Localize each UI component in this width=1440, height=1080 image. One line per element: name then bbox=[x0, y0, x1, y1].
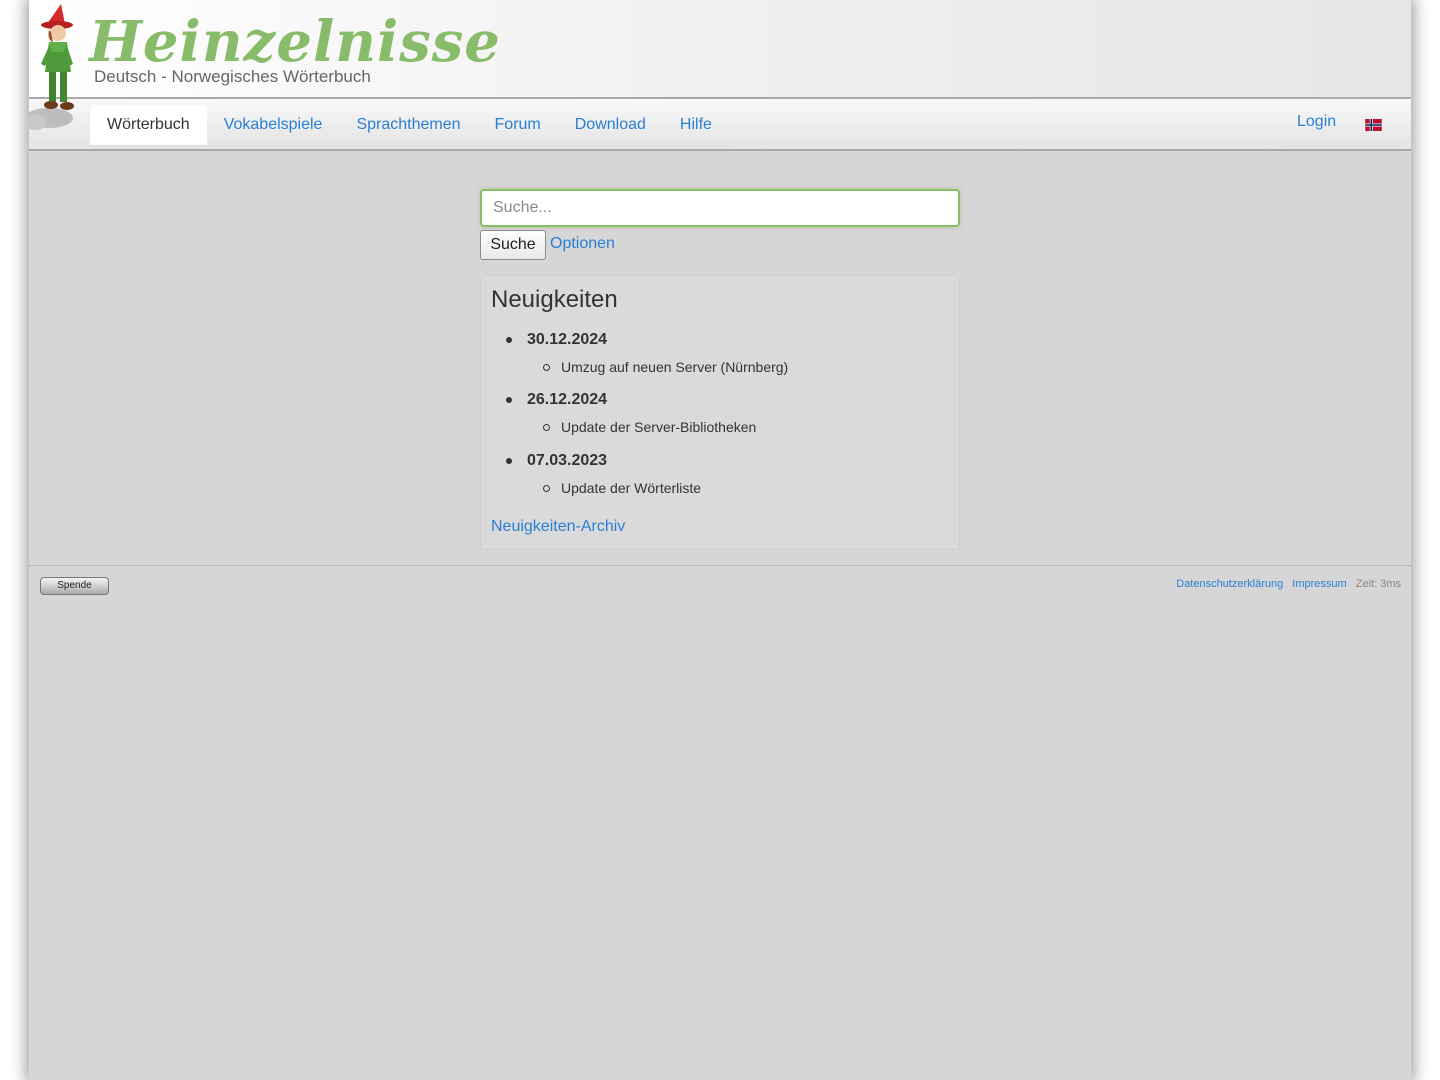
footer-divider bbox=[29, 565, 1411, 566]
search-input[interactable] bbox=[480, 189, 960, 227]
norway-flag-icon[interactable] bbox=[1365, 119, 1382, 131]
news-item: Umzug auf neuen Server (Nürnberg) bbox=[561, 359, 789, 375]
news-archive-link[interactable]: Neuigkeiten-Archiv bbox=[491, 518, 625, 536]
news-panel: Neuigkeiten 30.12.2024 Umzug auf neuen S… bbox=[480, 275, 960, 550]
news-date: 30.12.2024 bbox=[527, 331, 608, 348]
main-navigation: Wörterbuch Vokabelspiele Sprachthemen Fo… bbox=[29, 99, 1411, 151]
login-link[interactable]: Login bbox=[1297, 103, 1336, 141]
tab-sprachthemen[interactable]: Sprachthemen bbox=[339, 105, 477, 145]
nav-tabs: Wörterbuch Vokabelspiele Sprachthemen Fo… bbox=[90, 105, 729, 146]
news-date: 07.03.2023 bbox=[527, 452, 608, 469]
tab-hilfe[interactable]: Hilfe bbox=[663, 105, 729, 145]
options-link[interactable]: Optionen bbox=[550, 235, 615, 253]
imprint-link[interactable]: Impressum bbox=[1292, 578, 1346, 590]
sublist-bullet bbox=[543, 424, 550, 431]
footer-links: Datenschutzerklärung Impressum Zeit: 3ms bbox=[1170, 578, 1401, 590]
page-container: Heinzelnisse Deutsch - Norwegisches Wört… bbox=[27, 0, 1411, 1080]
list-bullet bbox=[506, 337, 512, 343]
list-bullet bbox=[506, 397, 512, 403]
news-item: Update der Wörterliste bbox=[561, 480, 702, 496]
news-date: 26.12.2024 bbox=[527, 391, 608, 408]
tab-forum[interactable]: Forum bbox=[478, 105, 558, 145]
sublist-bullet bbox=[543, 485, 550, 492]
site-header: Heinzelnisse Deutsch - Norwegisches Wört… bbox=[29, 0, 1411, 99]
search-button[interactable]: Suche bbox=[480, 230, 546, 260]
list-bullet bbox=[506, 458, 512, 464]
sublist-bullet bbox=[543, 364, 550, 371]
nav-right-group: Login bbox=[1284, 103, 1399, 146]
site-subtitle: Deutsch - Norwegisches Wörterbuch bbox=[94, 67, 371, 86]
privacy-link[interactable]: Datenschutzerklärung bbox=[1176, 578, 1283, 590]
render-time-text: Zeit: 3ms bbox=[1355, 578, 1401, 590]
tab-download[interactable]: Download bbox=[558, 105, 663, 145]
tab-vokabelspiele[interactable]: Vokabelspiele bbox=[207, 105, 340, 145]
gnome-mascot-icon bbox=[27, 4, 74, 130]
donate-button[interactable]: Spende bbox=[40, 577, 109, 595]
news-item: Update der Server-Bibliotheken bbox=[561, 419, 757, 435]
news-title: Neuigkeiten bbox=[491, 286, 618, 313]
tab-woerterbuch[interactable]: Wörterbuch bbox=[90, 105, 207, 145]
